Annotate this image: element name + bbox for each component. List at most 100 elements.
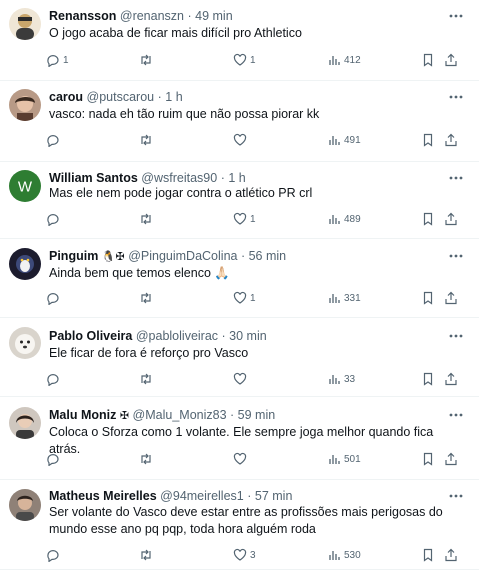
replies-feed: Renansson @renanszn · 49 min O jogo acab… xyxy=(0,0,479,570)
views-button[interactable]: 530 xyxy=(327,546,361,564)
bookmark-icon xyxy=(423,452,433,466)
tweet-header: Pablo Oliveira @pabloliveirac · 30 min xyxy=(49,329,267,343)
tweet-time[interactable]: 49 min xyxy=(195,9,233,23)
tweet-time[interactable]: 57 min xyxy=(255,489,293,503)
heart-icon xyxy=(233,212,247,225)
bookmark-button[interactable] xyxy=(421,51,435,69)
views-count: 491 xyxy=(344,134,361,146)
share-icon xyxy=(445,548,457,562)
bookmark-button[interactable] xyxy=(421,131,435,149)
avatar[interactable] xyxy=(9,8,41,40)
author-name[interactable]: Pinguim xyxy=(49,249,98,263)
retweet-button[interactable] xyxy=(139,450,156,468)
views-count: 331 xyxy=(344,292,361,304)
tweet-text: Mas ele nem pode jogar contra o atlético… xyxy=(49,186,313,200)
tweet[interactable]: Renansson @renanszn · 49 min O jogo acab… xyxy=(0,0,479,81)
author-name[interactable]: Matheus Meirelles xyxy=(49,489,157,503)
more-options-icon[interactable] xyxy=(447,407,465,423)
like-button[interactable]: 1 xyxy=(233,210,256,228)
views-button[interactable]: 33 xyxy=(327,370,355,388)
avatar[interactable]: W xyxy=(9,170,41,202)
author-handle[interactable]: @putscarou xyxy=(87,90,155,104)
bookmark-icon xyxy=(423,212,433,226)
share-button[interactable] xyxy=(444,210,458,228)
retweet-button[interactable] xyxy=(139,370,156,388)
avatar[interactable] xyxy=(9,489,41,521)
share-button[interactable] xyxy=(444,450,458,468)
retweet-button[interactable] xyxy=(139,289,156,307)
tweet-time[interactable]: 56 min xyxy=(249,249,287,263)
author-handle[interactable]: @renanszn xyxy=(120,9,184,23)
reply-button[interactable] xyxy=(46,131,63,149)
bookmark-button[interactable] xyxy=(421,450,435,468)
reply-button[interactable] xyxy=(46,210,63,228)
author-name[interactable]: Renansson xyxy=(49,9,116,23)
more-options-icon[interactable] xyxy=(447,8,465,24)
views-button[interactable]: 412 xyxy=(327,51,361,69)
share-button[interactable] xyxy=(444,289,458,307)
views-button[interactable]: 501 xyxy=(327,450,361,468)
views-count: 412 xyxy=(344,54,361,66)
like-button[interactable] xyxy=(233,370,250,388)
share-button[interactable] xyxy=(444,131,458,149)
views-count: 530 xyxy=(344,549,361,561)
avatar[interactable] xyxy=(9,248,41,280)
share-button[interactable] xyxy=(444,370,458,388)
reply-button[interactable]: 1 xyxy=(46,51,69,69)
reply-button[interactable] xyxy=(46,450,63,468)
like-button[interactable]: 1 xyxy=(233,51,256,69)
views-button[interactable]: 331 xyxy=(327,289,361,307)
more-options-icon[interactable] xyxy=(447,328,465,344)
tweet[interactable]: Pablo Oliveira @pabloliveirac · 30 min E… xyxy=(0,318,479,397)
author-handle[interactable]: @pabloliveirac xyxy=(136,329,218,343)
views-button[interactable]: 491 xyxy=(327,131,361,149)
like-button[interactable]: 3 xyxy=(233,546,256,564)
tweet[interactable]: Malu Moniz ✠ @Malu_Moniz83 · 59 min Colo… xyxy=(0,397,479,480)
author-name[interactable]: Malu Moniz xyxy=(49,408,116,422)
bookmark-button[interactable] xyxy=(421,210,435,228)
views-button[interactable]: 489 xyxy=(327,210,361,228)
like-button[interactable]: 1 xyxy=(233,289,256,307)
avatar[interactable] xyxy=(9,89,41,121)
tweet-time[interactable]: 30 min xyxy=(229,329,267,343)
tweet-time[interactable]: 59 min xyxy=(238,408,276,422)
tweet-time[interactable]: 1 h xyxy=(165,90,182,104)
bookmark-button[interactable] xyxy=(421,370,435,388)
author-handle[interactable]: @94meirelles1 xyxy=(160,489,244,503)
author-handle[interactable]: @wsfreitas90 xyxy=(141,171,217,185)
bookmark-button[interactable] xyxy=(421,289,435,307)
retweet-button[interactable] xyxy=(139,210,156,228)
tweet-time[interactable]: 1 h xyxy=(228,171,245,185)
more-options-icon[interactable] xyxy=(447,248,465,264)
author-name[interactable]: William Santos xyxy=(49,171,138,185)
avatar[interactable] xyxy=(9,407,41,439)
reply-icon xyxy=(47,454,59,466)
more-options-icon[interactable] xyxy=(447,170,465,186)
retweet-button[interactable] xyxy=(139,546,156,564)
author-name[interactable]: carou xyxy=(49,90,83,104)
name-emojis: ✠ xyxy=(119,409,130,422)
tweet[interactable]: Matheus Meirelles @94meirelles1 · 57 min… xyxy=(0,480,479,570)
tweet[interactable]: carou @putscarou · 1 h vasco: nada eh tã… xyxy=(0,81,479,162)
author-handle[interactable]: @Malu_Moniz83 xyxy=(133,408,227,422)
reply-button[interactable] xyxy=(46,546,63,564)
tweet[interactable]: W William Santos @wsfreitas90 · 1 h Mas … xyxy=(0,162,479,239)
more-options-icon[interactable] xyxy=(447,89,465,105)
tweet[interactable]: Pinguim 🐧✠ @PinguimDaColina · 56 min Ain… xyxy=(0,239,479,318)
retweet-button[interactable] xyxy=(139,51,156,69)
bookmark-button[interactable] xyxy=(421,546,435,564)
retweet-button[interactable] xyxy=(139,131,156,149)
tweet-text: O jogo acaba de ficar mais difícil pro A… xyxy=(49,26,302,40)
like-button[interactable] xyxy=(233,450,250,468)
like-button[interactable] xyxy=(233,131,250,149)
avatar[interactable] xyxy=(9,327,41,359)
reply-button[interactable] xyxy=(46,370,63,388)
reply-button[interactable] xyxy=(46,289,63,307)
share-button[interactable] xyxy=(444,51,458,69)
author-name[interactable]: Pablo Oliveira xyxy=(49,329,132,343)
more-options-icon[interactable] xyxy=(447,488,465,504)
views-icon xyxy=(329,136,340,145)
share-button[interactable] xyxy=(444,546,458,564)
author-handle[interactable]: @PinguimDaColina xyxy=(128,249,237,263)
like-count: 1 xyxy=(250,292,256,304)
